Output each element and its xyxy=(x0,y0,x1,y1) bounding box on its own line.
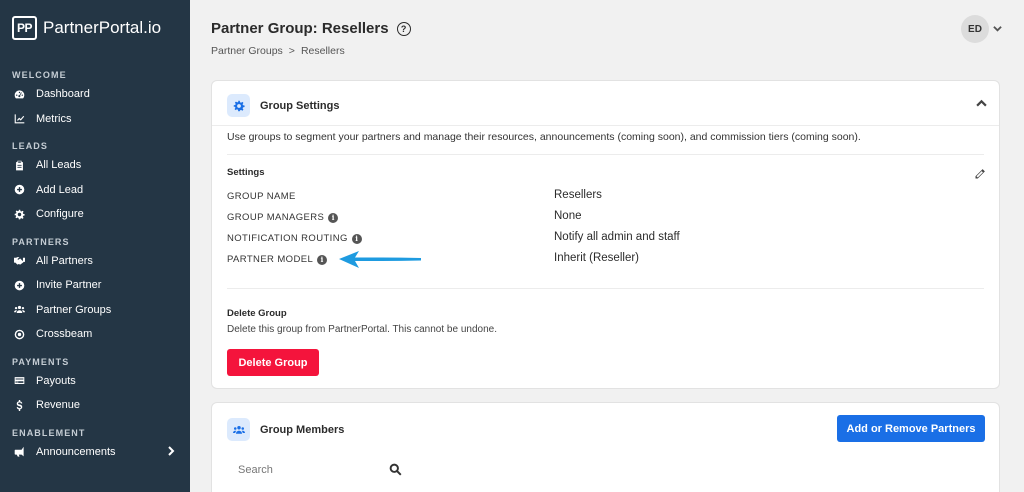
sidebar: PP PartnerPortal.io WELCOME Dashboard Me… xyxy=(0,0,190,492)
brand[interactable]: PP PartnerPortal.io xyxy=(0,0,190,56)
sidebar-item-label: All Partners xyxy=(36,254,93,267)
logo-icon: PP xyxy=(12,16,37,40)
field-label-text: NOTIFICATION ROUTING xyxy=(227,233,348,244)
dashboard-gauge-icon xyxy=(13,88,25,100)
sidebar-section-partners: PARTNERS xyxy=(12,236,70,247)
delete-group-description: Delete this group from PartnerPortal. Th… xyxy=(227,324,497,335)
field-label-text: GROUP MANAGERS xyxy=(227,212,325,223)
target-icon xyxy=(13,328,25,340)
sidebar-item-label: Revenue xyxy=(36,399,81,412)
field-value-partner-model: Inherit (Reseller) xyxy=(554,252,639,264)
sidebar-item-label: All Leads xyxy=(36,159,82,172)
page-title: Partner Group: Resellers xyxy=(211,20,389,37)
info-icon[interactable]: i xyxy=(328,212,339,223)
gear-icon xyxy=(227,94,250,117)
group-settings-description: Use groups to segment your partners and … xyxy=(227,131,861,143)
sidebar-item-all-leads[interactable]: All Leads xyxy=(0,153,190,178)
group-members-header: Group Members xyxy=(227,418,344,441)
plus-circle-icon xyxy=(13,184,25,196)
search-input[interactable] xyxy=(227,464,367,476)
sidebar-item-revenue[interactable]: Revenue xyxy=(0,393,190,418)
users-icon xyxy=(13,304,25,316)
chevron-down-icon[interactable] xyxy=(993,20,1002,38)
user-menu[interactable]: ED xyxy=(961,15,1002,43)
sidebar-section-payments: PAYMENTS xyxy=(12,356,70,367)
info-icon[interactable]: i xyxy=(317,254,328,265)
sidebar-item-label: Invite Partner xyxy=(36,279,102,292)
settings-label: Settings xyxy=(227,167,265,178)
breadcrumb-link-partner-groups[interactable]: Partner Groups xyxy=(211,45,283,57)
sidebar-item-label: Configure xyxy=(36,208,84,221)
help-question-icon[interactable]: ? xyxy=(396,21,411,36)
chevron-right-icon xyxy=(166,445,176,459)
breadcrumb-separator: > xyxy=(288,45,295,57)
sidebar-item-label: Crossbeam xyxy=(36,328,93,341)
sidebar-section-enablement: ENABLEMENT xyxy=(12,427,86,438)
search-box xyxy=(227,458,402,482)
sidebar-item-label: Partner Groups xyxy=(36,303,112,316)
sidebar-item-dashboard[interactable]: Dashboard xyxy=(0,82,190,107)
clipboard-icon xyxy=(13,159,25,171)
sidebar-item-label: Metrics xyxy=(36,112,72,125)
field-value-notification-routing: Notify all admin and staff xyxy=(554,231,680,243)
sidebar-item-partner-groups[interactable]: Partner Groups xyxy=(0,298,190,323)
sidebar-item-crossbeam[interactable]: Crossbeam xyxy=(0,322,190,347)
field-label-group-managers: GROUP MANAGERS i xyxy=(227,212,339,223)
field-label-notification-routing: NOTIFICATION ROUTING i xyxy=(227,233,362,244)
search-icon[interactable] xyxy=(389,463,402,481)
field-value-group-managers: None xyxy=(554,210,582,222)
sidebar-item-label: Add Lead xyxy=(36,183,84,196)
breadcrumb: Partner Groups > Resellers xyxy=(211,45,351,57)
gear-icon xyxy=(13,208,25,220)
annotation-arrow-icon xyxy=(339,251,421,268)
megaphone-icon xyxy=(13,446,25,458)
divider xyxy=(227,288,984,289)
group-settings-header: Group Settings xyxy=(227,94,339,117)
info-icon[interactable]: i xyxy=(351,233,362,244)
credit-card-icon xyxy=(13,375,25,387)
sidebar-item-add-lead[interactable]: Add Lead xyxy=(0,178,190,203)
field-label-text: PARTNER MODEL xyxy=(227,254,314,265)
sidebar-item-payouts[interactable]: Payouts xyxy=(0,369,190,394)
delete-group-title: Delete Group xyxy=(227,308,287,319)
add-remove-partners-button[interactable]: Add or Remove Partners xyxy=(837,415,985,442)
main-content: Partner Group: Resellers ? Partner Group… xyxy=(190,0,1024,492)
pencil-edit-icon[interactable] xyxy=(974,167,986,185)
sidebar-item-label: Payouts xyxy=(36,374,76,387)
sidebar-section-leads: LEADS xyxy=(12,141,49,151)
sidebar-section-welcome: WELCOME xyxy=(12,70,67,80)
sidebar-item-label: Announcements xyxy=(36,445,116,458)
field-label-group-name: GROUP NAME xyxy=(227,191,296,202)
chevron-up-icon[interactable] xyxy=(976,96,987,114)
dollar-icon xyxy=(13,399,25,411)
sidebar-item-configure[interactable]: Configure xyxy=(0,202,190,227)
page-header: Partner Group: Resellers ? xyxy=(211,20,411,37)
chart-line-icon xyxy=(13,113,25,125)
avatar[interactable]: ED xyxy=(961,15,989,43)
field-label-text: GROUP NAME xyxy=(227,191,296,202)
group-settings-title: Group Settings xyxy=(260,99,340,112)
group-members-card: Group Members Add or Remove Partners xyxy=(211,402,1000,492)
divider xyxy=(212,125,999,126)
handshake-icon xyxy=(13,255,25,267)
sidebar-item-metrics[interactable]: Metrics xyxy=(0,107,190,132)
users-icon xyxy=(227,418,250,441)
plus-circle-icon xyxy=(13,279,25,291)
field-value-group-name: Resellers xyxy=(554,189,602,201)
sidebar-item-announcements[interactable]: Announcements xyxy=(0,440,190,465)
sidebar-item-invite-partner[interactable]: Invite Partner xyxy=(0,273,190,298)
field-label-partner-model: PARTNER MODEL i xyxy=(227,254,328,265)
sidebar-item-all-partners[interactable]: All Partners xyxy=(0,249,190,274)
brand-name: PartnerPortal.io xyxy=(43,18,162,37)
delete-group-button[interactable]: Delete Group xyxy=(227,349,319,376)
group-members-title: Group Members xyxy=(260,423,345,436)
group-settings-card: Group Settings Use groups to segment you… xyxy=(211,80,1000,389)
breadcrumb-current: Resellers xyxy=(300,45,345,57)
sidebar-item-label: Dashboard xyxy=(36,88,90,101)
divider xyxy=(227,154,984,155)
